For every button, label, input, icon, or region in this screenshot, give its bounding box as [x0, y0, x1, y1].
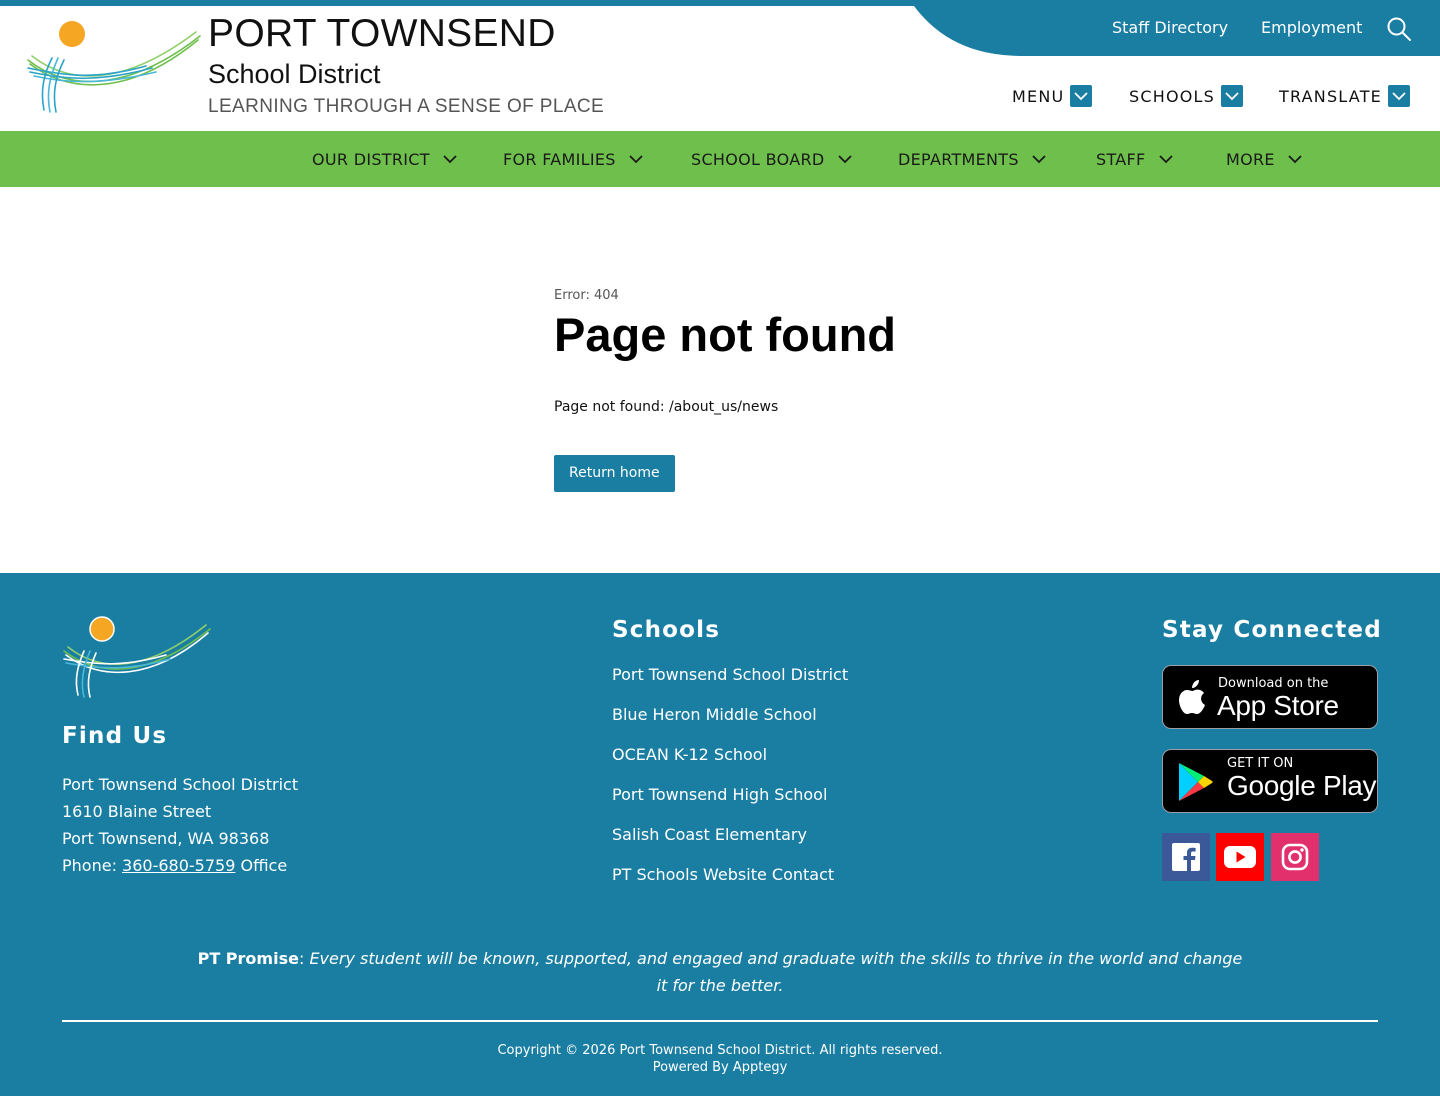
menu-dropdown[interactable]: MENU: [1012, 84, 1093, 108]
school-link[interactable]: Port Townsend High School: [612, 783, 848, 823]
site-header: PORT TOWNSEND School District LEARNING T…: [0, 0, 1440, 131]
footer-logo[interactable]: [62, 615, 214, 699]
school-link[interactable]: PT Schools Website Contact: [612, 863, 848, 903]
error-code: Error: 404: [554, 288, 619, 303]
error-message: Page not found: /about_us/news: [554, 399, 779, 415]
phone-label: Phone:: [62, 856, 123, 875]
nav-item-staff[interactable]: STAFF: [1096, 131, 1174, 187]
nav-item-label: FOR FAMILIES: [503, 149, 616, 169]
translate-dropdown[interactable]: TRANSLATE: [1279, 84, 1410, 108]
search-icon[interactable]: [1386, 16, 1412, 42]
chevron-down-icon: [1221, 85, 1244, 107]
schools-dropdown[interactable]: SCHOOLS: [1129, 84, 1244, 108]
promise-text: Every student will be known, supported, …: [309, 949, 1243, 995]
nav-item-more[interactable]: MORE: [1226, 131, 1303, 187]
footer-divider: [62, 1020, 1378, 1022]
title-main: PORT TOWNSEND: [208, 12, 556, 55]
utility-bar: Staff Directory Employment: [914, 0, 1440, 56]
chevron-down-icon: [1387, 85, 1410, 107]
schools-list: Port Townsend School District Blue Heron…: [612, 663, 848, 903]
address-phone-line: Phone: 360-680-5759 Office: [62, 852, 298, 879]
nav-item-departments[interactable]: DEPARTMENTS: [898, 131, 1047, 187]
nav-item-our-district[interactable]: OUR DISTRICT: [312, 131, 458, 187]
main-nav: OUR DISTRICT FOR FAMILIES SCHOOL BOARD D…: [0, 131, 1440, 187]
district-logo[interactable]: [26, 18, 206, 116]
phone-link[interactable]: 360-680-5759: [122, 856, 235, 875]
google-play-small-text: GET IT ON: [1227, 756, 1294, 771]
site-footer: Find Us Port Townsend School District 16…: [0, 573, 1440, 1096]
promise-label: PT Promise: [197, 949, 299, 968]
chevron-down-icon: [1032, 155, 1046, 164]
pt-promise: PT Promise: Every student will be known,…: [190, 945, 1250, 999]
chevron-down-icon: [629, 155, 643, 164]
google-play-big-text: Google Play: [1227, 770, 1377, 801]
school-link[interactable]: Blue Heron Middle School: [612, 703, 848, 743]
find-us-heading: Find Us: [62, 723, 168, 749]
tagline: LEARNING THROUGH A SENSE OF PLACE: [208, 96, 605, 117]
chevron-down-icon: [1070, 85, 1093, 107]
apple-icon: [1179, 680, 1205, 714]
nav-item-for-families[interactable]: FOR FAMILIES: [503, 131, 644, 187]
title-sub: School District: [208, 59, 381, 89]
app-store-big-text: App Store: [1217, 690, 1339, 721]
youtube-link[interactable]: [1216, 833, 1264, 881]
employment-link[interactable]: Employment: [1261, 18, 1362, 38]
error-content: Error: 404 Page not found Page not found…: [554, 287, 1054, 492]
staff-directory-link[interactable]: Staff Directory: [1112, 18, 1228, 38]
facebook-icon: [1172, 843, 1200, 871]
powered-by-link[interactable]: Powered By Apptegy: [0, 1059, 1440, 1076]
google-play-icon: [1179, 763, 1213, 801]
instagram-icon: [1281, 843, 1309, 871]
school-link[interactable]: Port Townsend School District: [612, 663, 848, 703]
instagram-link[interactable]: [1271, 833, 1319, 881]
address-city: Port Townsend, WA 98368: [62, 829, 270, 848]
schools-heading: Schools: [612, 617, 721, 643]
address-block: Port Townsend School District 1610 Blain…: [62, 771, 298, 879]
chevron-down-icon: [1288, 155, 1302, 164]
promise-separator: :: [298, 949, 310, 968]
chevron-down-icon: [837, 155, 852, 164]
school-link[interactable]: OCEAN K-12 School: [612, 743, 848, 783]
app-store-small-text: Download on the: [1218, 676, 1329, 691]
chevron-down-icon: [443, 155, 457, 164]
phone-suffix: Office: [235, 856, 288, 875]
nav-item-label: STAFF: [1096, 149, 1146, 169]
district-title[interactable]: PORT TOWNSEND School District LEARNING T…: [208, 14, 604, 120]
nav-item-school-board[interactable]: SCHOOL BOARD: [691, 131, 853, 187]
copyright-text: Copyright © 2026 Port Townsend School Di…: [497, 1043, 943, 1058]
return-home-button[interactable]: Return home: [554, 455, 675, 492]
app-store-badge[interactable]: Download on the App Store: [1162, 665, 1378, 729]
schools-dropdown-label: SCHOOLS: [1129, 86, 1216, 106]
school-link[interactable]: Salish Coast Elementary: [612, 823, 848, 863]
page-title: Page not found: [554, 308, 897, 361]
nav-item-label: OUR DISTRICT: [312, 149, 430, 169]
nav-item-label: SCHOOL BOARD: [691, 149, 825, 169]
google-play-badge[interactable]: GET IT ON Google Play: [1162, 749, 1378, 813]
chevron-down-icon: [1158, 155, 1173, 164]
youtube-icon: [1224, 846, 1256, 868]
facebook-link[interactable]: [1162, 833, 1210, 881]
translate-dropdown-label: TRANSLATE: [1279, 86, 1382, 106]
copyright-block: Copyright © 2026 Port Townsend School Di…: [0, 1042, 1440, 1076]
nav-item-label: MORE: [1226, 149, 1275, 169]
stay-connected-heading: Stay Connected: [1162, 617, 1382, 643]
nav-item-label: DEPARTMENTS: [898, 149, 1019, 169]
address-street: 1610 Blaine Street: [62, 802, 212, 821]
menu-dropdown-label: MENU: [1012, 86, 1065, 106]
address-name: Port Townsend School District: [62, 775, 299, 794]
